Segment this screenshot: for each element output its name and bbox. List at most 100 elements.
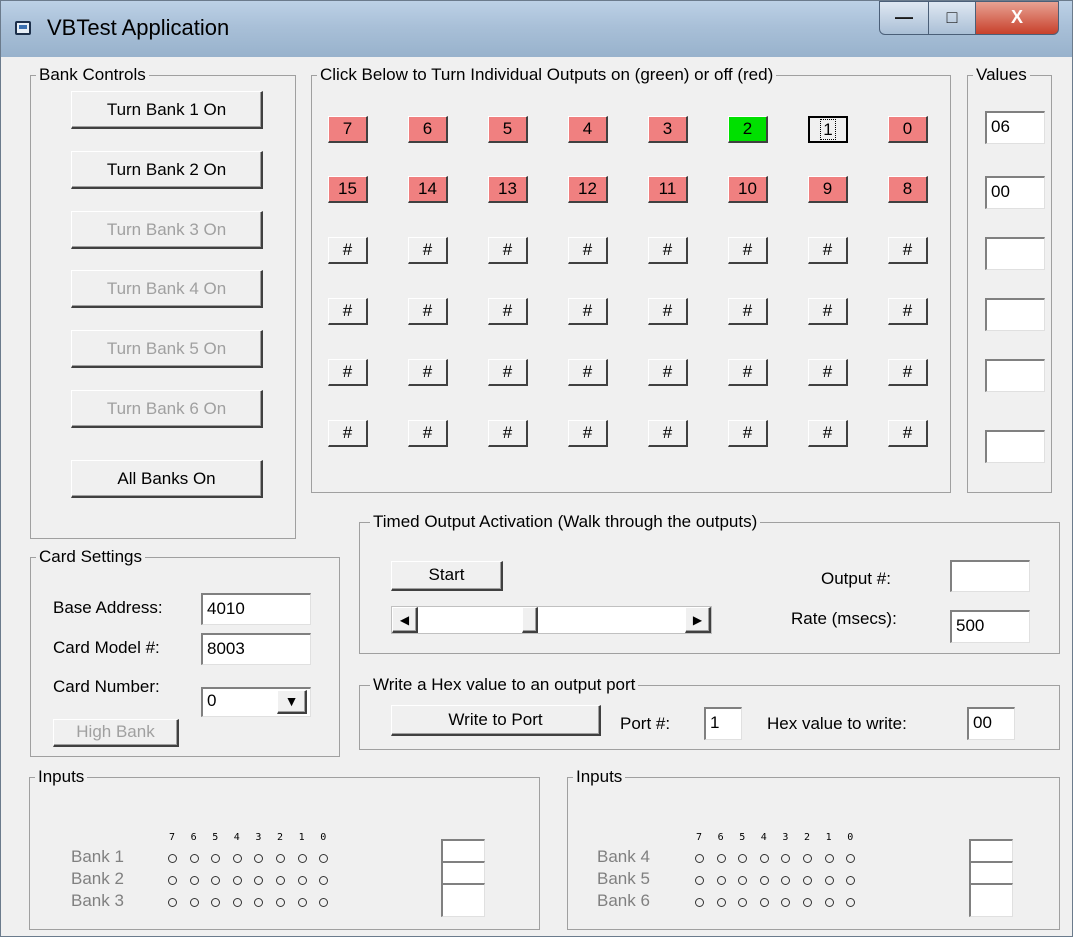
- output-button[interactable]: 12: [568, 176, 608, 203]
- hex-value-field[interactable]: 00: [967, 707, 1015, 740]
- output-button[interactable]: #: [808, 298, 848, 325]
- output-button[interactable]: 6: [408, 116, 448, 143]
- close-button[interactable]: X: [975, 1, 1059, 35]
- output-button[interactable]: 5: [488, 116, 528, 143]
- output-button[interactable]: #: [328, 237, 368, 264]
- output-button[interactable]: #: [408, 237, 448, 264]
- output-button[interactable]: #: [728, 237, 768, 264]
- output-button[interactable]: #: [408, 359, 448, 386]
- output-button[interactable]: #: [648, 420, 688, 447]
- output-button[interactable]: #: [648, 298, 688, 325]
- bank-button-6[interactable]: Turn Bank 6 On: [71, 390, 263, 428]
- output-button[interactable]: #: [728, 298, 768, 325]
- input-led-indicator: [716, 854, 726, 863]
- input-led-indicator: [189, 898, 199, 907]
- output-button[interactable]: #: [888, 359, 928, 386]
- output-button-label: #: [742, 423, 753, 442]
- rate-scrollbar[interactable]: ◀ ▶: [391, 606, 712, 634]
- output-button[interactable]: 14: [408, 176, 448, 203]
- scroll-thumb[interactable]: [521, 607, 538, 633]
- bit-number-label: 1: [298, 832, 305, 843]
- bit-number-label: 6: [190, 832, 197, 843]
- write-to-port-button[interactable]: Write to Port: [391, 705, 601, 736]
- output-button[interactable]: #: [888, 237, 928, 264]
- output-button[interactable]: 2: [728, 116, 768, 143]
- output-button[interactable]: #: [328, 298, 368, 325]
- output-button[interactable]: 4: [568, 116, 608, 143]
- output-button-label: #: [582, 423, 593, 442]
- bit-number-label: 2: [277, 832, 284, 843]
- value-field[interactable]: 06: [985, 111, 1045, 144]
- output-button[interactable]: 10: [728, 176, 768, 203]
- chevron-down-icon[interactable]: ▼: [277, 690, 307, 714]
- output-button[interactable]: #: [648, 359, 688, 386]
- output-button-label: 9: [822, 179, 833, 198]
- value-field[interactable]: [985, 237, 1045, 270]
- input-led-indicator: [168, 898, 177, 907]
- bank-button-5[interactable]: Turn Bank 5 On: [71, 330, 263, 368]
- output-button[interactable]: 13: [488, 176, 528, 203]
- title-bar[interactable]: VBTest Application — □ X: [1, 1, 1072, 57]
- value-field[interactable]: 00: [985, 176, 1045, 209]
- rate-field[interactable]: 500: [950, 610, 1030, 643]
- output-button[interactable]: #: [568, 420, 608, 447]
- scroll-right-icon[interactable]: ▶: [685, 607, 711, 633]
- output-button-label: #: [902, 362, 913, 381]
- output-button[interactable]: #: [568, 359, 608, 386]
- output-button[interactable]: #: [488, 420, 528, 447]
- output-number-field[interactable]: [950, 560, 1030, 592]
- output-button[interactable]: #: [408, 420, 448, 447]
- output-button[interactable]: #: [488, 359, 528, 386]
- bank-button-7[interactable]: All Banks On: [71, 460, 263, 498]
- value-field[interactable]: [985, 298, 1045, 331]
- output-button[interactable]: #: [488, 298, 528, 325]
- output-button-label: 10: [738, 179, 757, 198]
- output-button[interactable]: #: [328, 359, 368, 386]
- output-button[interactable]: #: [488, 237, 528, 264]
- output-button-label: #: [822, 423, 833, 442]
- output-button[interactable]: 0: [888, 116, 928, 143]
- output-button[interactable]: #: [728, 359, 768, 386]
- input-led-indicator: [759, 876, 769, 885]
- output-button-label: #: [902, 240, 913, 259]
- output-button[interactable]: 15: [328, 176, 368, 203]
- bank-button-4[interactable]: Turn Bank 4 On: [71, 270, 263, 308]
- minimize-button[interactable]: —: [879, 1, 929, 35]
- output-button[interactable]: #: [808, 359, 848, 386]
- output-button[interactable]: #: [408, 298, 448, 325]
- output-button[interactable]: 1: [808, 116, 848, 143]
- port-field[interactable]: 1: [704, 707, 742, 740]
- card-model-field[interactable]: 8003: [201, 633, 311, 665]
- output-button-label: #: [742, 301, 753, 320]
- maximize-button[interactable]: □: [928, 1, 976, 35]
- output-button[interactable]: 9: [808, 176, 848, 203]
- scroll-left-icon[interactable]: ◀: [392, 607, 418, 633]
- output-button[interactable]: 7: [328, 116, 368, 143]
- output-button-label: #: [502, 301, 513, 320]
- output-button[interactable]: 11: [648, 176, 688, 203]
- output-button[interactable]: 3: [648, 116, 688, 143]
- bank-input-value-field[interactable]: [969, 883, 1013, 917]
- output-button[interactable]: #: [568, 237, 608, 264]
- bank-button-1[interactable]: Turn Bank 1 On: [71, 91, 263, 129]
- start-button[interactable]: Start: [391, 561, 503, 591]
- bank-input-value-field[interactable]: [441, 883, 485, 917]
- input-led-indicator: [695, 854, 704, 863]
- bank-input-label: Bank 2: [71, 869, 124, 888]
- output-button[interactable]: 8: [888, 176, 928, 203]
- output-button[interactable]: #: [728, 420, 768, 447]
- input-led-indicator: [168, 876, 177, 885]
- value-field[interactable]: [985, 359, 1045, 392]
- high-bank-button[interactable]: High Bank: [53, 719, 179, 747]
- output-button[interactable]: #: [568, 298, 608, 325]
- output-button[interactable]: #: [888, 420, 928, 447]
- output-button[interactable]: #: [808, 237, 848, 264]
- output-button[interactable]: #: [328, 420, 368, 447]
- bank-button-3[interactable]: Turn Bank 3 On: [71, 211, 263, 249]
- output-button[interactable]: #: [808, 420, 848, 447]
- output-button[interactable]: #: [648, 237, 688, 264]
- output-button[interactable]: #: [888, 298, 928, 325]
- bank-button-2[interactable]: Turn Bank 2 On: [71, 151, 263, 189]
- value-field[interactable]: [985, 430, 1045, 463]
- base-address-field[interactable]: 4010: [201, 593, 311, 625]
